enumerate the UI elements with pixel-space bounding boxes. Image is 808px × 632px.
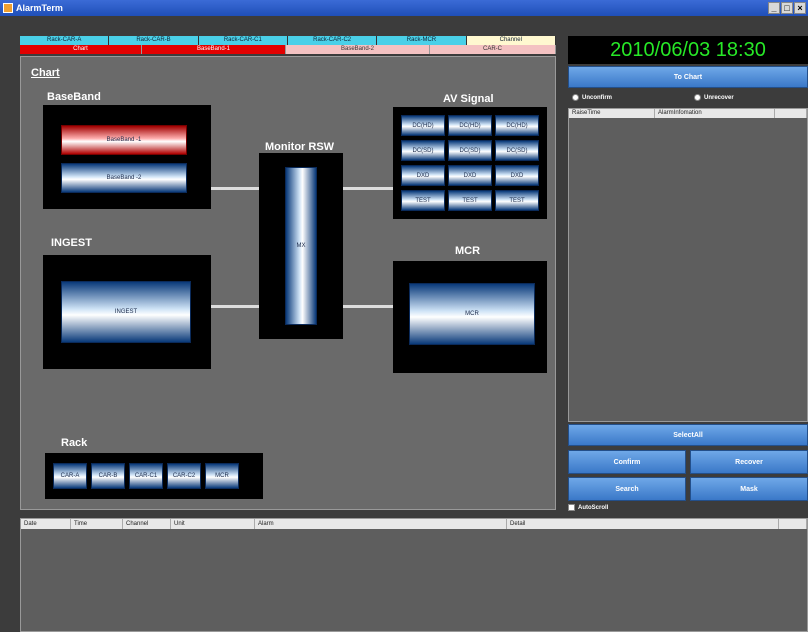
- av-signal-cell[interactable]: DC(SD): [401, 140, 445, 161]
- app-icon: [3, 3, 13, 13]
- minimize-button[interactable]: _: [768, 2, 780, 14]
- tab-chart[interactable]: Chart: [20, 45, 142, 54]
- to-chart-button[interactable]: To Chart: [568, 66, 808, 88]
- unconfirm-radio[interactable]: Unconfirm: [572, 94, 612, 101]
- connector-mcr: [343, 305, 393, 308]
- tab-strip: Rack-CAR-A Rack-CAR-B Rack-CAR-C1 Rack-C…: [20, 36, 556, 54]
- monitor-rsw-box: MX: [259, 153, 343, 339]
- radio-dot-icon: [572, 94, 579, 101]
- ingest-button[interactable]: INGEST: [61, 281, 191, 343]
- av-signal-cell[interactable]: DC(SD): [448, 140, 492, 161]
- mcr-label: MCR: [455, 245, 481, 257]
- av-signal-cell[interactable]: DXD: [401, 165, 445, 186]
- tab-rack-car-a[interactable]: Rack-CAR-A: [20, 36, 110, 45]
- mx-button[interactable]: MX: [285, 167, 317, 325]
- av-signal-cell[interactable]: TEST: [495, 190, 539, 211]
- col-detail[interactable]: Detail: [507, 519, 779, 529]
- ingest-label: INGEST: [51, 237, 92, 249]
- rack-item-button[interactable]: CAR-B: [91, 463, 125, 489]
- confirm-button[interactable]: Confirm: [568, 450, 686, 474]
- chart-panel: Chart BaseBand BaseBand -1 BaseBand -2 I…: [20, 56, 556, 510]
- unconfirm-label: Unconfirm: [582, 94, 612, 101]
- checkbox-icon: [568, 504, 575, 511]
- unrecover-radio[interactable]: Unrecover: [694, 94, 734, 101]
- recover-button[interactable]: Recover: [690, 450, 808, 474]
- col-date[interactable]: Date: [21, 519, 71, 529]
- av-signal-box: DC(HD) DC(HD) DC(HD) DC(SD) DC(SD) DC(SD) DXD D…: [393, 107, 547, 219]
- baseband-box: BaseBand -1 BaseBand -2: [43, 105, 211, 209]
- mcr-button[interactable]: MCR: [409, 283, 535, 345]
- unrecover-label: Unrecover: [704, 94, 734, 101]
- alarm-term-window: AlarmTerm _ □ × Rack-CAR-A Rack-CAR-B Ra…: [0, 0, 808, 632]
- rack-item-button[interactable]: MCR: [205, 463, 239, 489]
- col-unit[interactable]: Unit: [171, 519, 255, 529]
- baseband-2-button[interactable]: BaseBand -2: [61, 163, 187, 193]
- av-signal-label: AV Signal: [443, 93, 494, 105]
- maximize-button[interactable]: □: [781, 2, 793, 14]
- search-button[interactable]: Search: [568, 477, 686, 501]
- tab-car-c[interactable]: CAR-C: [430, 45, 556, 54]
- rack-item-button[interactable]: CAR-A: [53, 463, 87, 489]
- tab-baseband-2[interactable]: BaseBand-2: [286, 45, 430, 54]
- autoscroll-checkbox[interactable]: AutoScroll: [568, 504, 608, 511]
- tab-baseband-1[interactable]: BaseBand-1: [142, 45, 286, 54]
- connector-baseband: [211, 187, 259, 190]
- col-spacer: [779, 519, 807, 529]
- tab-rack-mcr[interactable]: Rack-MCR: [377, 36, 467, 45]
- alarm-filter: Unconfirm Unrecover: [568, 92, 808, 104]
- baseband-1-button[interactable]: BaseBand -1: [61, 125, 187, 155]
- autoscroll-label: AutoScroll: [578, 504, 609, 511]
- av-signal-cell[interactable]: TEST: [401, 190, 445, 211]
- av-signal-cell[interactable]: DC(SD): [495, 140, 539, 161]
- tab-rack-car-c2[interactable]: Rack-CAR-C2: [287, 36, 378, 45]
- av-signal-cell[interactable]: TEST: [448, 190, 492, 211]
- col-raise-time[interactable]: RaiseTime: [569, 109, 655, 118]
- baseband-label: BaseBand: [47, 91, 101, 103]
- radio-dot-icon: [694, 94, 701, 101]
- window-title: AlarmTerm: [16, 3, 63, 13]
- av-signal-cell[interactable]: DXD: [448, 165, 492, 186]
- av-signal-cell[interactable]: DC(HD): [448, 115, 492, 136]
- select-all-button[interactable]: SelectAll: [568, 424, 808, 446]
- tab-rack-car-c1[interactable]: Rack-CAR-C1: [198, 36, 288, 45]
- chart-title: Chart: [31, 67, 60, 79]
- rack-item-button[interactable]: CAR-C2: [167, 463, 201, 489]
- ingest-box: INGEST: [43, 255, 211, 369]
- close-button[interactable]: ×: [794, 2, 806, 14]
- monitor-rsw-label: Monitor RSW: [265, 141, 335, 153]
- mcr-box: MCR: [393, 261, 547, 373]
- mask-button[interactable]: Mask: [690, 477, 808, 501]
- clock-display: 2010/06/03 18:30: [568, 36, 808, 64]
- av-signal-cell[interactable]: DC(HD): [401, 115, 445, 136]
- connector-ingest: [211, 305, 259, 308]
- alarm-list[interactable]: RaiseTime AlarmInfomation: [568, 108, 808, 422]
- col-alarm-info[interactable]: AlarmInfomation: [655, 109, 775, 118]
- av-signal-cell[interactable]: DXD: [495, 165, 539, 186]
- title-bar: AlarmTerm _ □ ×: [0, 0, 808, 16]
- rack-label: Rack: [61, 437, 88, 449]
- av-signal-cell[interactable]: DC(HD): [495, 115, 539, 136]
- col-channel[interactable]: Channel: [123, 519, 171, 529]
- tab-rack-car-b[interactable]: Rack-CAR-B: [109, 36, 199, 45]
- col-spacer: [775, 109, 807, 118]
- event-log[interactable]: Date Time Channel Unit Alarm Detail: [20, 518, 808, 632]
- rack-box: CAR-A CAR-B CAR-C1 CAR-C2 MCR: [45, 453, 263, 499]
- tab-channel[interactable]: Channel: [466, 36, 556, 45]
- col-alarm[interactable]: Alarm: [255, 519, 507, 529]
- connector-av: [343, 187, 393, 190]
- rack-item-button[interactable]: CAR-C1: [129, 463, 163, 489]
- col-time[interactable]: Time: [71, 519, 123, 529]
